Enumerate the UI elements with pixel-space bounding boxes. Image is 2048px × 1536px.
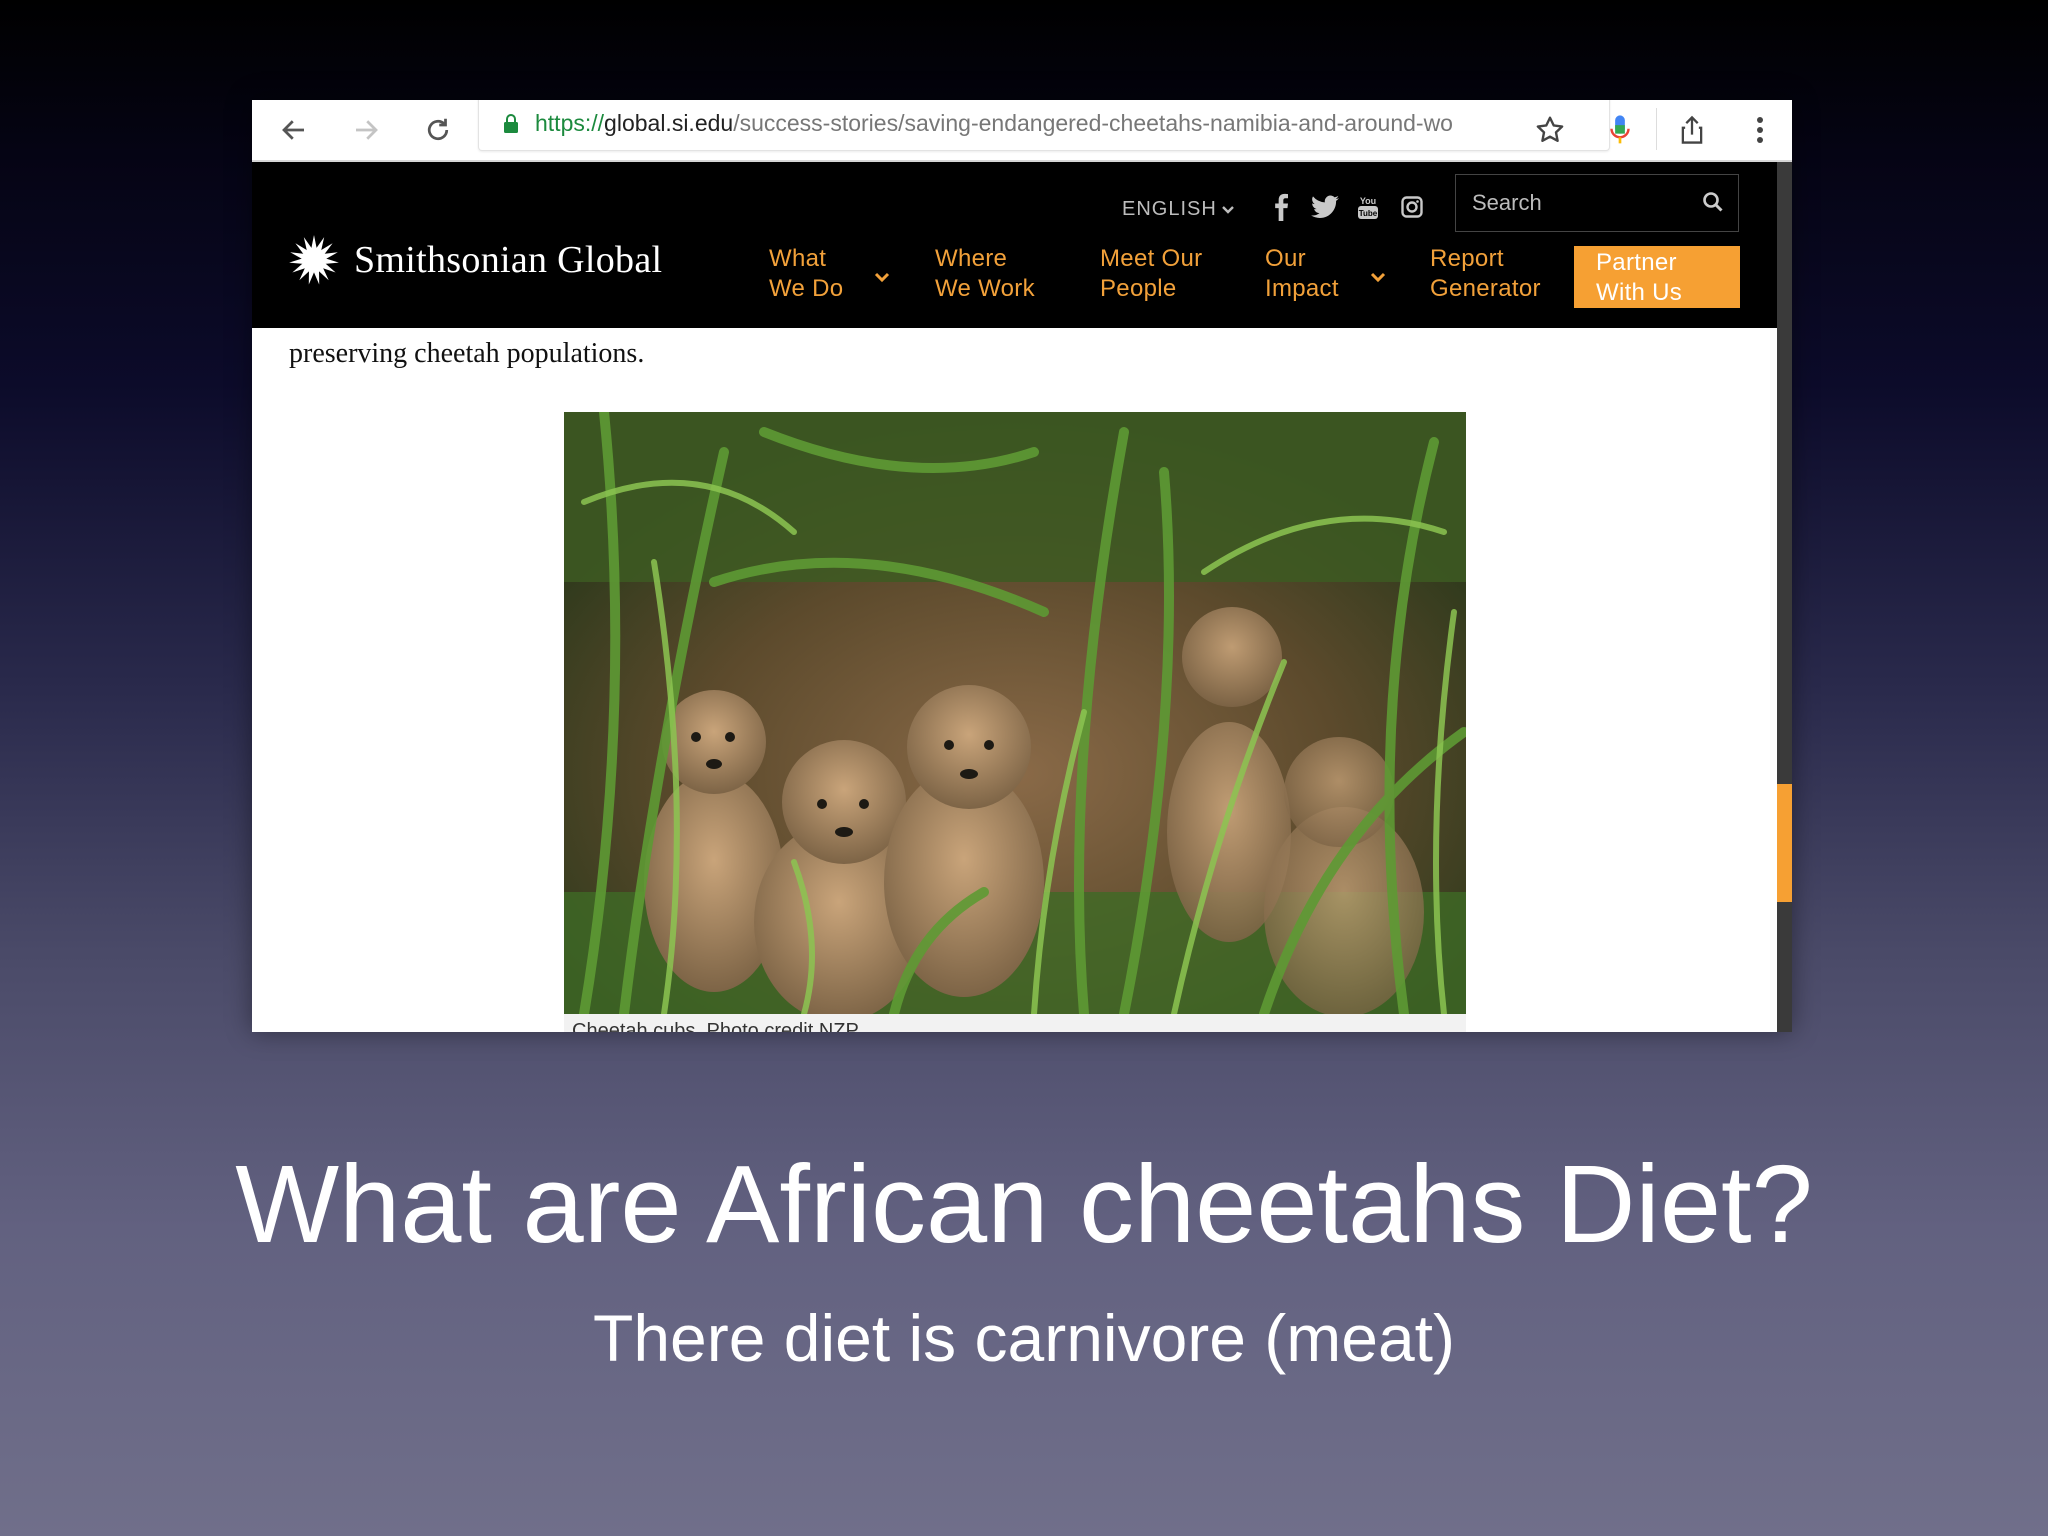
address-bar[interactable]: https://global.si.edu/success-stories/sa… [478,100,1610,151]
url-path: /success-stories/saving-endangered-cheet… [733,110,1453,136]
youtube-link[interactable]: You Tube [1353,192,1383,222]
url-text: https://global.si.edu/success-stories/sa… [535,106,1565,140]
nav-report-generator[interactable]: Report Generator [1430,244,1541,304]
menu-button[interactable] [1734,104,1786,156]
photo-caption: Cheetah cubs. Photo credit NZP [572,1020,859,1032]
search-input[interactable] [1470,189,1694,217]
facebook-icon [1275,193,1288,221]
back-button[interactable] [268,104,320,156]
nav-line: Our [1265,245,1306,272]
language-label: ENGLISH [1122,198,1217,220]
voice-search-button[interactable] [1594,104,1646,156]
chevron-down-icon[interactable] [1370,270,1386,284]
nav-line: People [1100,275,1177,302]
forward-button[interactable] [340,104,392,156]
nav-our-impact[interactable]: Our Impact [1265,244,1339,304]
arrow-right-icon [356,120,378,140]
youtube-icon: You Tube [1358,196,1378,219]
photo-caption-bar: Cheetah cubs. Photo credit NZP [564,1014,1466,1032]
nav-where-we-work[interactable]: Where We Work [935,244,1035,304]
nav-line: Generator [1430,275,1541,302]
toolbar-divider [1656,108,1657,150]
sun-logo-icon [289,235,339,285]
nav-line: Meet Our [1100,245,1203,272]
lock-icon [504,114,518,133]
logo-text: Smithsonian Global [354,239,663,281]
nav-line: What [769,245,827,272]
share-button[interactable] [1666,104,1718,156]
facebook-link[interactable] [1266,192,1296,222]
reload-button[interactable] [412,104,464,156]
site-search [1455,174,1739,232]
bookmark-button[interactable] [1524,104,1576,156]
url-scheme: https:// [535,110,605,136]
partner-line: Partner [1596,249,1677,276]
svg-text:You: You [1360,196,1376,206]
arrow-left-icon [282,120,304,140]
nav-line: Where [935,245,1008,272]
chevron-down-icon[interactable] [874,270,890,284]
site-logo[interactable]: Smithsonian Global [288,234,662,286]
chevron-down-icon [1221,205,1234,214]
page-content: preserving cheetah populations. Cheetah … [252,328,1777,1032]
url-host: global.si.edu [604,110,734,136]
cheetah-cubs-photo [564,412,1466,1014]
site-header: Smithsonian Global ENGLISH You Tube What … [252,162,1777,328]
share-icon [1681,115,1703,144]
scrollbar-thumb[interactable] [1777,784,1792,902]
partner-line: With Us [1596,279,1683,306]
article-paragraph: preserving cheetah populations. [289,338,645,369]
partner-with-us-button[interactable]: Partner With Us [1574,246,1740,308]
browser-screenshot: https://global.si.edu/success-stories/sa… [252,100,1792,1032]
nav-line: Report [1430,245,1504,272]
nav-what-we-do[interactable]: What We Do [769,244,843,304]
slide-title: What are African cheetahs Diet? [235,1143,1813,1266]
search-icon[interactable] [1702,191,1724,213]
microphone-icon [1610,115,1630,144]
star-icon [1536,116,1564,142]
nav-line: We Do [769,275,844,302]
instagram-link[interactable] [1397,192,1427,222]
nav-meet-our-people[interactable]: Meet Our People [1100,244,1202,304]
more-vertical-icon [1757,117,1763,143]
reload-icon [427,118,449,141]
nav-line: We Work [935,275,1035,302]
twitter-link[interactable] [1310,192,1340,222]
browser-toolbar: https://global.si.edu/success-stories/sa… [252,100,1792,162]
nav-line: Impact [1265,275,1339,302]
instagram-icon [1401,196,1423,218]
twitter-icon [1311,195,1339,218]
language-selector[interactable]: ENGLISH [1122,198,1235,221]
slide-subtitle: There diet is carnivore (meat) [593,1301,1455,1375]
svg-text:Tube: Tube [1359,209,1378,218]
